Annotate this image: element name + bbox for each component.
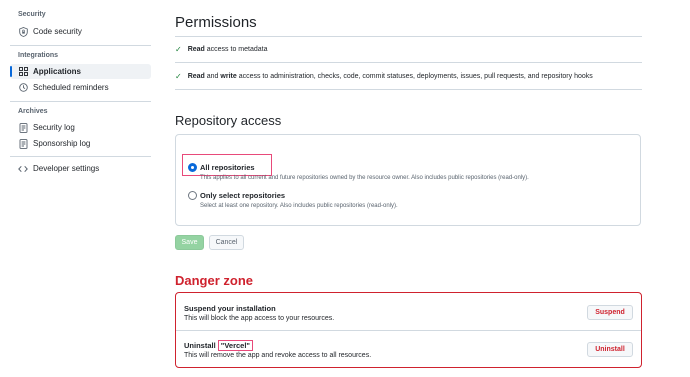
suspend-button[interactable]: Suspend: [587, 305, 633, 320]
sidebar-item-security-log[interactable]: Security log: [10, 120, 151, 135]
option-description-select: Select at least one repository. Also inc…: [200, 203, 398, 209]
sidebar-item-applications[interactable]: Applications: [10, 64, 151, 79]
sidebar-item-code-security[interactable]: Code security: [10, 24, 151, 39]
permissions-title: Permissions: [175, 14, 257, 31]
option-description-all: This applies to all current and future r…: [200, 175, 529, 181]
permissions-divider: [175, 36, 642, 37]
uninstall-button[interactable]: Uninstall: [587, 342, 633, 357]
uninstall-description: This will remove the app and revoke acce…: [184, 352, 372, 359]
permission-text: and: [204, 73, 221, 80]
permission-level: Read: [187, 73, 205, 80]
sidebar-divider: [10, 101, 151, 102]
check-icon: ✓: [175, 45, 182, 54]
radio-select-repositories[interactable]: [188, 191, 197, 200]
app-name: "Vercel": [217, 340, 253, 351]
danger-zone-divider: [176, 330, 641, 331]
sidebar-item-label: Applications: [33, 67, 82, 76]
option-label-select[interactable]: Only select repositories: [200, 191, 285, 200]
radio-all-repositories[interactable]: [188, 163, 197, 172]
sidebar-section-integrations: Integrations: [18, 52, 59, 59]
permissions-divider: [175, 89, 642, 90]
permissions-divider: [175, 62, 642, 63]
permission-row-write: ✓ Read and write access to administratio…: [175, 72, 593, 81]
apps-grid-icon: [18, 67, 28, 77]
sidebar-divider: [10, 45, 151, 46]
sidebar-item-label: Security log: [33, 123, 75, 132]
sidebar-item-label: Code security: [33, 27, 82, 36]
repository-access-title: Repository access: [175, 113, 282, 128]
sidebar-item-sponsorship-log[interactable]: Sponsorship log: [10, 136, 151, 151]
permission-text: access to metadata: [204, 46, 268, 53]
sidebar-divider: [10, 156, 151, 157]
sidebar-section-archives: Archives: [18, 108, 48, 115]
sidebar-item-developer-settings[interactable]: Developer settings: [10, 161, 151, 176]
sidebar-item-scheduled-reminders[interactable]: Scheduled reminders: [10, 80, 151, 95]
permission-row-metadata: ✓ Read access to metadata: [175, 45, 267, 54]
suspend-description: This will block the app access to your r…: [184, 315, 335, 322]
cancel-button[interactable]: Cancel: [209, 235, 244, 250]
suspend-title: Suspend your installation: [184, 304, 276, 313]
permission-level: write: [220, 73, 237, 80]
uninstall-title: Uninstall "Vercel": [184, 340, 253, 351]
settings-sidebar: Security Code security Integrations Appl…: [0, 0, 160, 377]
clock-icon: [18, 83, 28, 93]
code-icon: [18, 164, 28, 174]
option-label-all[interactable]: All repositories: [200, 163, 255, 172]
sidebar-section-security: Security: [18, 11, 46, 18]
danger-zone-box: Suspend your installation This will bloc…: [175, 292, 642, 368]
active-indicator: [10, 66, 12, 77]
uninstall-prefix: Uninstall: [184, 341, 218, 350]
log-icon: [18, 138, 28, 149]
sidebar-item-label: Scheduled reminders: [33, 83, 109, 92]
shield-lock-icon: [18, 26, 28, 37]
sidebar-item-label: Developer settings: [33, 164, 100, 173]
sidebar-item-label: Sponsorship log: [33, 139, 91, 148]
permission-text: access to administration, checks, code, …: [236, 73, 593, 80]
repository-access-box: All repositories This applies to all cur…: [175, 134, 641, 226]
check-icon: ✓: [175, 72, 182, 81]
log-icon: [18, 122, 28, 133]
save-button[interactable]: Save: [175, 235, 204, 250]
danger-zone-title: Danger zone: [175, 273, 254, 288]
permission-level: Read: [187, 46, 205, 53]
